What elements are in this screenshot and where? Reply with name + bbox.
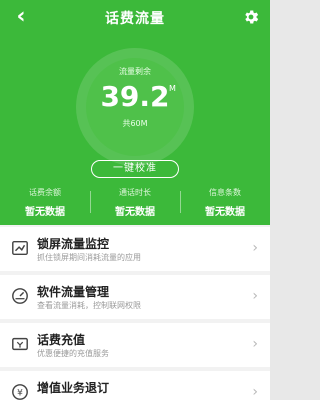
total-quota: 共60M bbox=[122, 119, 148, 128]
summary-header: ‹ 话费流量 流量剩余 39.2 M 共60M 一键校准 话费余额 暂无数据 通… bbox=[0, 0, 270, 225]
stat-balance[interactable]: 话费余额 暂无数据 bbox=[0, 187, 90, 218]
stat-label: 话费余额 bbox=[29, 188, 61, 197]
stat-label: 通话时长 bbox=[119, 188, 151, 197]
stat-label: 信息条数 bbox=[209, 188, 241, 197]
list-item-title: 话费充值 bbox=[37, 333, 86, 347]
list-item-title: 锁屏流量监控 bbox=[37, 237, 110, 251]
calibrate-button[interactable]: 一键校准 bbox=[91, 160, 179, 178]
wallet-icon bbox=[12, 337, 28, 351]
chevron-right-icon: › bbox=[252, 336, 258, 352]
chevron-right-icon: › bbox=[252, 288, 258, 304]
lock-screen-icon bbox=[12, 240, 28, 256]
list-item-lockscreen-monitor[interactable]: 锁屏流量监控 抓住锁屏期间消耗流量的应用 › bbox=[0, 227, 270, 271]
stat-call-time[interactable]: 通话时长 暂无数据 bbox=[90, 187, 180, 218]
stat-value: 暂无数据 bbox=[115, 207, 155, 218]
stat-messages[interactable]: 信息条数 暂无数据 bbox=[180, 187, 270, 218]
settings-button[interactable] bbox=[242, 8, 260, 26]
list-item-subtitle: 抓住锁屏期间消耗流量的应用 bbox=[37, 253, 141, 262]
list-item-title: 软件流量管理 bbox=[37, 285, 110, 299]
list-item-vas-unsubscribe[interactable]: ¥ 增值业务退订 › bbox=[0, 371, 270, 400]
gear-icon bbox=[245, 10, 259, 24]
page-title: 话费流量 bbox=[105, 11, 165, 27]
remaining-value: 39.2 bbox=[100, 80, 170, 113]
list-item-subtitle: 优惠便捷的充值服务 bbox=[37, 349, 109, 358]
coin-icon: ¥ bbox=[12, 384, 28, 400]
remaining-label: 流量剩余 bbox=[119, 67, 151, 76]
stat-value: 暂无数据 bbox=[25, 207, 65, 218]
list-item-app-traffic[interactable]: 软件流量管理 查看流量消耗，控制联网权限 › bbox=[0, 275, 270, 319]
stat-value: 暂无数据 bbox=[205, 207, 245, 218]
list-item-recharge[interactable]: 话费充值 优惠便捷的充值服务 › bbox=[0, 323, 270, 367]
list-item-subtitle: 查看流量消耗，控制联网权限 bbox=[37, 301, 141, 310]
remaining-unit: M bbox=[169, 84, 176, 93]
svg-text:¥: ¥ bbox=[17, 389, 23, 399]
feature-list: 锁屏流量监控 抓住锁屏期间消耗流量的应用 › 软件流量管理 查看流量消耗，控制联… bbox=[0, 227, 270, 400]
list-item-title: 增值业务退订 bbox=[37, 381, 110, 395]
chevron-right-icon: › bbox=[252, 384, 258, 400]
app-root: ‹ 话费流量 流量剩余 39.2 M 共60M 一键校准 话费余额 暂无数据 通… bbox=[0, 0, 270, 400]
top-bar: ‹ 话费流量 bbox=[0, 0, 270, 34]
gauge-icon bbox=[12, 288, 28, 304]
stats-row: 话费余额 暂无数据 通话时长 暂无数据 信息条数 暂无数据 bbox=[0, 187, 270, 219]
chevron-right-icon: › bbox=[252, 240, 258, 256]
